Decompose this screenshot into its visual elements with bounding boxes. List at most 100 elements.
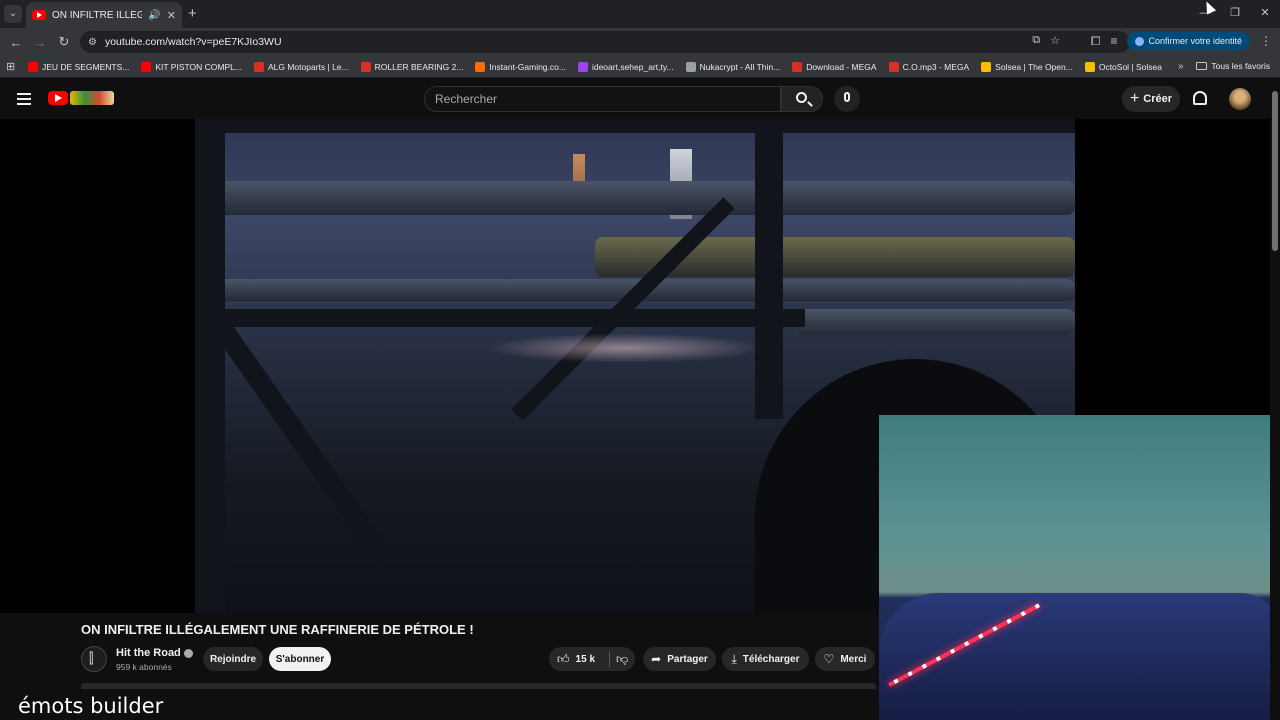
bookmark-label: ideoart,sehep_art,ty... (591, 61, 674, 72)
youtube-play-icon (48, 91, 68, 105)
video-title: ON INFILTRE ILLÉGALEMENT UNE RAFFINERIE … (81, 622, 474, 637)
identity-button-label: Confirmer votre identité (1148, 36, 1242, 46)
stream-overlay-text: émots builder (18, 694, 164, 718)
subscriber-count: 959 k abonnés (116, 662, 172, 672)
thanks-label: Merci (840, 653, 867, 665)
install-app-icon[interactable]: ⧉ (1032, 34, 1040, 47)
menu-hamburger-icon[interactable] (17, 93, 31, 105)
bookmark-list: JEU DE SEGMENTS... KIT PISTON COMPL... ALG… (28, 61, 1174, 72)
bookmark-item[interactable]: Nukacrypt - All Thin... (685, 61, 781, 72)
forward-arrow-icon[interactable]: → (28, 35, 52, 50)
channel-name-label: Hit the Road (116, 647, 181, 659)
tab-search-button[interactable]: ⌄ (4, 5, 22, 23)
scrollbar-thumb[interactable] (1272, 91, 1278, 251)
omnibox-icons: ⧉ ☆ (1032, 34, 1060, 47)
bookmark-item[interactable]: ROLLER BEARING 2... (360, 61, 463, 72)
search-icon (796, 92, 807, 103)
bookmark-favicon-icon (685, 61, 696, 72)
beam-cross (195, 309, 805, 327)
bookmark-label: Instant-Gaming.co... (489, 61, 566, 72)
tab-close-icon[interactable]: ✕ (167, 9, 176, 22)
restore-button[interactable]: ❐ (1220, 0, 1250, 28)
apps-grid-icon[interactable]: ⊞ (6, 60, 28, 73)
bookmark-favicon-icon (577, 61, 588, 72)
like-divider (609, 651, 611, 667)
bookmark-favicon-icon (792, 61, 803, 72)
more-bookmarks-icon[interactable]: » (1178, 61, 1184, 72)
beam-left (195, 119, 225, 613)
download-icon: ⤓ (731, 651, 737, 666)
thumbs-down-icon[interactable]: 👎︎ (616, 652, 628, 667)
url-text[interactable]: youtube.com/watch?v=peE7KJIo3WU (105, 36, 282, 48)
all-bookmarks-label: Tous les favoris (1211, 61, 1270, 71)
voice-search-button[interactable] (834, 86, 860, 112)
bookmark-item[interactable]: ALG Motoparts | Le... (253, 61, 349, 72)
bookmark-label: OctoSol | Solsea (1098, 61, 1162, 72)
bookmark-label: Nukacrypt - All Thin... (699, 61, 781, 72)
bookmark-favicon-icon (253, 61, 264, 72)
site-info-icon[interactable]: ⚙ (88, 37, 97, 48)
tab-title: ON INFILTRE ILLÉGALEMEN (52, 9, 143, 21)
back-arrow-icon[interactable]: ← (4, 35, 28, 50)
bookmark-star-icon[interactable]: ☆ (1050, 34, 1060, 47)
address-bar[interactable]: ⚙ youtube.com/watch?v=peE7KJIo3WU ⧉ ☆ (80, 31, 1130, 53)
share-arrow-icon: ➦ (651, 652, 662, 666)
join-button[interactable]: Rejoindre (203, 647, 263, 671)
bookmark-favicon-icon (1084, 61, 1095, 72)
bookmark-label: KIT PISTON COMPL... (155, 61, 242, 72)
bookmark-item[interactable]: JEU DE SEGMENTS... (28, 61, 129, 72)
youtube-logo[interactable] (48, 91, 114, 105)
bookmark-label: Download - MEGA (806, 61, 877, 72)
bookmark-favicon-icon (360, 61, 371, 72)
page-scrollbar[interactable] (1270, 79, 1280, 720)
thanks-button[interactable]: ♡ Merci (815, 647, 875, 671)
browser-toolbar: ← → ↻ ⚙ youtube.com/watch?v=peE7KJIo3WU … (0, 28, 1280, 56)
pipe-upper (195, 181, 1075, 215)
browser-tab-bar: ⌄ ON INFILTRE ILLÉGALEMEN 🔊 ✕ + — ❐ ✕ (0, 0, 1280, 28)
share-button[interactable]: ➦ Partager (643, 647, 716, 671)
bookmark-label: C.O.mp3 - MEGA (902, 61, 970, 72)
reload-icon[interactable]: ↻ (52, 34, 76, 50)
menu-kebab-icon[interactable]: ⋮ (1260, 34, 1272, 48)
bookmark-item[interactable]: Instant-Gaming.co... (475, 61, 566, 72)
tab-audio-icon[interactable]: 🔊 (148, 10, 160, 21)
pipe-right (795, 309, 1075, 335)
description-box[interactable] (81, 683, 876, 689)
subscribe-button[interactable]: S'abonner (269, 647, 331, 671)
channel-avatar[interactable] (81, 646, 107, 672)
active-tab[interactable]: ON INFILTRE ILLÉGALEMEN 🔊 ✕ (26, 2, 182, 28)
beam-top (195, 119, 1075, 133)
notifications-bell-icon[interactable] (1193, 91, 1207, 105)
new-tab-button[interactable]: + (188, 5, 197, 22)
bookmark-favicon-icon (28, 61, 38, 72)
extensions-icon[interactable]: ⧠ (1091, 34, 1101, 49)
bookmark-label: ALG Motoparts | Le... (267, 61, 349, 72)
search-input[interactable]: Rechercher (424, 86, 781, 112)
close-window-button[interactable]: ✕ (1250, 0, 1280, 28)
user-avatar[interactable] (1229, 88, 1251, 110)
search-button[interactable] (781, 86, 823, 112)
bookmark-item[interactable]: Download - MEGA (792, 61, 877, 72)
youtube-doodle-logo (70, 91, 114, 105)
folder-icon (1196, 62, 1208, 70)
thumbs-up-icon[interactable]: 👍︎ (557, 652, 570, 667)
create-button[interactable]: + Créer (1122, 86, 1180, 112)
bookmark-item[interactable]: ideoart,sehep_art,ty... (577, 61, 674, 72)
bookmark-item[interactable]: OctoSol | Solsea (1084, 61, 1162, 72)
like-dislike-group: 👍︎ 15 k 👎︎ (549, 647, 635, 671)
identity-button[interactable]: Confirmer votre identité (1127, 32, 1250, 50)
beam-column (755, 119, 783, 419)
download-button[interactable]: ⤓ Télécharger (722, 647, 809, 671)
bookmark-item[interactable]: KIT PISTON COMPL... (141, 61, 242, 72)
youtube-favicon-icon (32, 10, 46, 20)
all-bookmarks-button[interactable]: Tous les favoris (1196, 61, 1270, 71)
like-count[interactable]: 15 k (576, 654, 595, 665)
bookmark-favicon-icon (888, 61, 899, 72)
bookmark-item[interactable]: C.O.mp3 - MEGA (888, 61, 970, 72)
reading-list-icon[interactable]: ≡ (1110, 34, 1117, 48)
webcam-overlay (879, 415, 1280, 720)
channel-name[interactable]: Hit the Road (116, 647, 193, 659)
bookmark-item[interactable]: Solsea | The Open... (981, 61, 1073, 72)
share-label: Partager (667, 653, 708, 665)
bookmark-favicon-icon (141, 61, 152, 72)
